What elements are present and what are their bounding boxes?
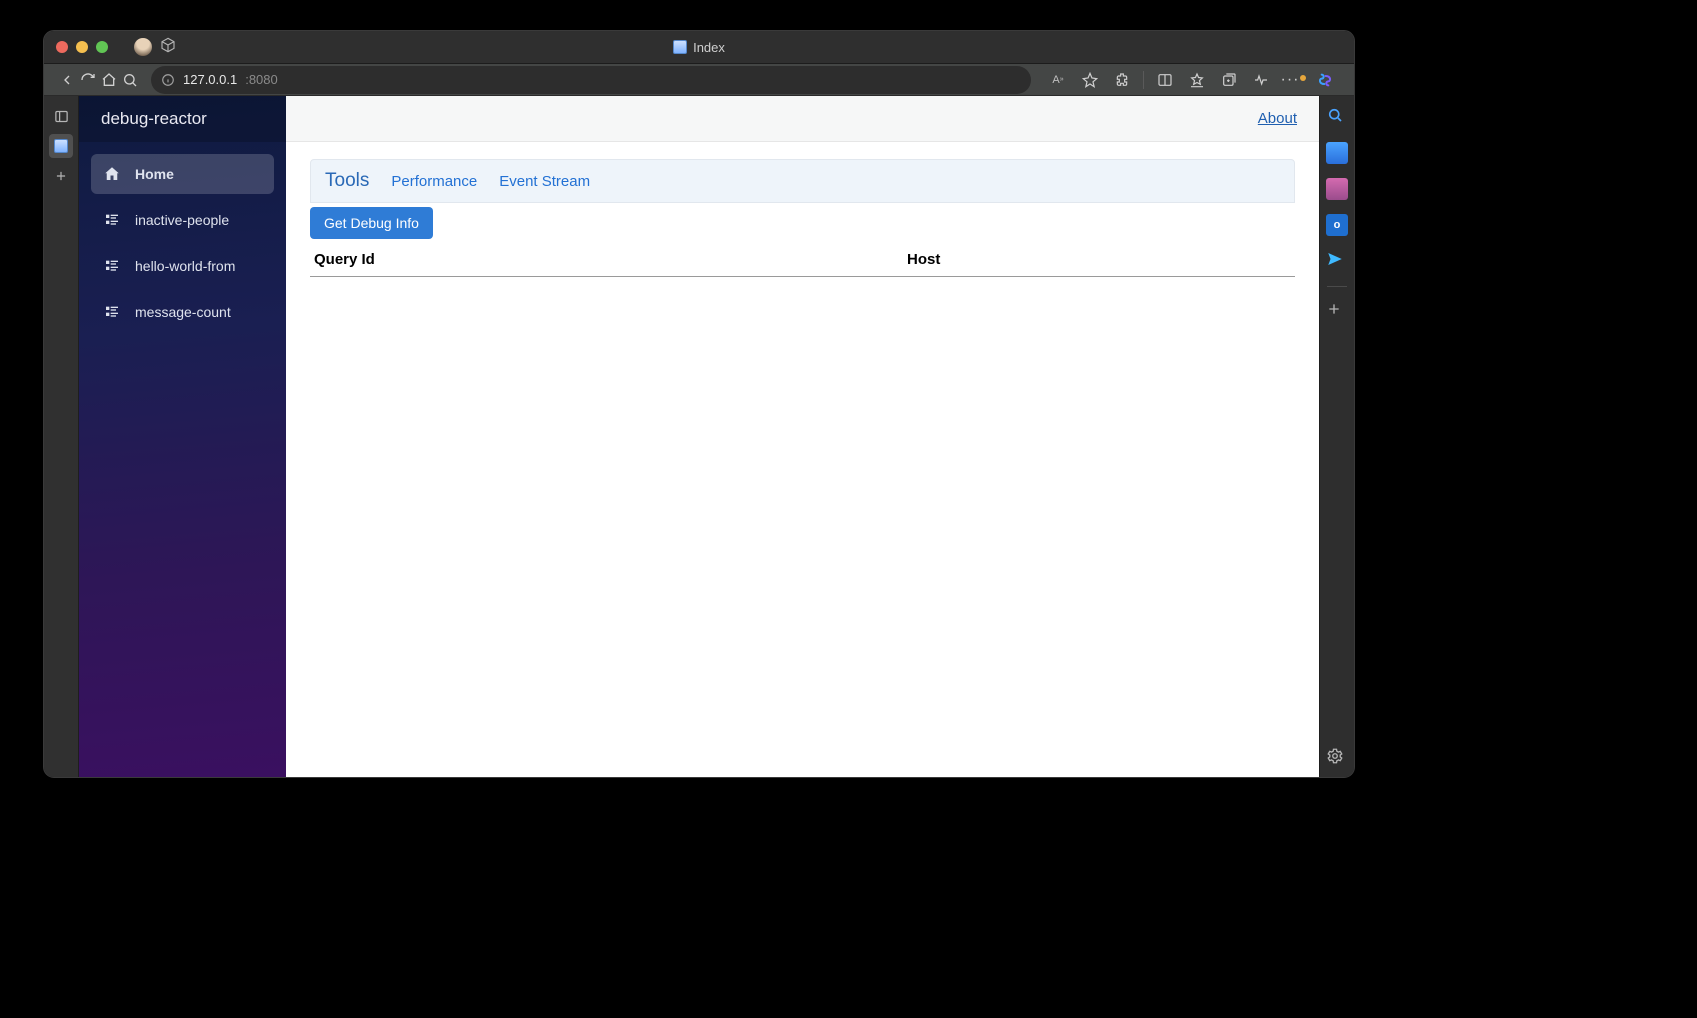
table-header: Query Id Host [310,251,1295,277]
webview: debug-reactor Home inactive-people hello… [79,96,1319,777]
browser-toolbar: 127.0.0.1 :8080 A» ··· [44,64,1354,96]
action-bar: Get Debug Info [310,203,1295,239]
workspace-icon[interactable] [160,37,176,58]
rail-divider [1327,286,1347,287]
search-sidebar-icon[interactable] [1326,106,1348,128]
games-sidebar-icon[interactable] [1326,178,1348,200]
vertical-tabs-icon[interactable] [49,104,73,128]
profile-avatar[interactable] [134,38,152,56]
site-info-icon[interactable] [161,73,175,87]
new-tab-button[interactable] [49,164,73,188]
address-port: :8080 [245,72,278,87]
favorites-bar-button[interactable] [1182,65,1212,95]
send-sidebar-icon[interactable] [1326,250,1348,272]
right-rail: o [1319,96,1354,777]
sidebar: debug-reactor Home inactive-people hello… [79,96,286,777]
sidebar-item-label: hello-world-from [135,258,235,274]
settings-sidebar-icon[interactable] [1326,747,1348,769]
add-sidebar-icon[interactable] [1326,301,1348,323]
read-aloud-icon[interactable]: A» [1043,65,1073,95]
sidebar-list: Home inactive-people hello-world-from me… [79,142,286,344]
window-title-text: Index [693,40,725,55]
toolbar-divider [1143,71,1144,89]
copilot-button[interactable] [1310,65,1340,95]
about-link[interactable]: About [1258,110,1297,127]
app-title: debug-reactor [79,96,286,142]
split-screen-button[interactable] [1150,65,1180,95]
shopping-sidebar-icon[interactable] [1326,142,1348,164]
tab-bar: Tools Performance Event Stream [310,159,1295,203]
column-query-id: Query Id [314,251,907,268]
search-button[interactable] [122,65,139,95]
list-icon [103,211,121,229]
minimize-window-button[interactable] [76,41,88,53]
address-bar[interactable]: 127.0.0.1 :8080 [151,66,1031,94]
titlebar: Index [44,31,1354,64]
tab-tools[interactable]: Tools [325,170,369,192]
app-header: About [286,96,1319,142]
list-icon [103,303,121,321]
home-button[interactable] [101,65,118,95]
refresh-button[interactable] [79,65,96,95]
performance-button[interactable] [1246,65,1276,95]
sidebar-item-home[interactable]: Home [91,154,274,194]
get-debug-info-button[interactable]: Get Debug Info [310,207,433,239]
maximize-window-button[interactable] [96,41,108,53]
back-button[interactable] [58,65,75,95]
list-icon [103,257,121,275]
more-button[interactable]: ··· [1278,65,1308,95]
sidebar-item-message-count[interactable]: message-count [91,292,274,332]
tab-event-stream[interactable]: Event Stream [499,173,590,190]
current-tab-icon[interactable] [49,134,73,158]
browser-window: Index 127.0.0.1 :8080 A» ··· [44,31,1354,777]
home-icon [103,165,121,183]
sidebar-item-inactive-people[interactable]: inactive-people [91,200,274,240]
outlook-sidebar-icon[interactable]: o [1326,214,1348,236]
left-rail [44,96,79,777]
tab-performance[interactable]: Performance [391,173,477,190]
column-host: Host [907,251,1291,268]
main: About Tools Performance Event Stream Get… [286,96,1319,777]
address-host: 127.0.0.1 [183,72,237,87]
sidebar-item-label: message-count [135,304,231,320]
collections-button[interactable] [1214,65,1244,95]
extensions-button[interactable] [1107,65,1137,95]
close-window-button[interactable] [56,41,68,53]
window-title: Index [44,40,1354,55]
sidebar-item-hello-world-from[interactable]: hello-world-from [91,246,274,286]
page-file-icon [673,40,687,54]
favorite-button[interactable] [1075,65,1105,95]
sidebar-item-label: Home [135,166,174,182]
sidebar-item-label: inactive-people [135,212,229,228]
